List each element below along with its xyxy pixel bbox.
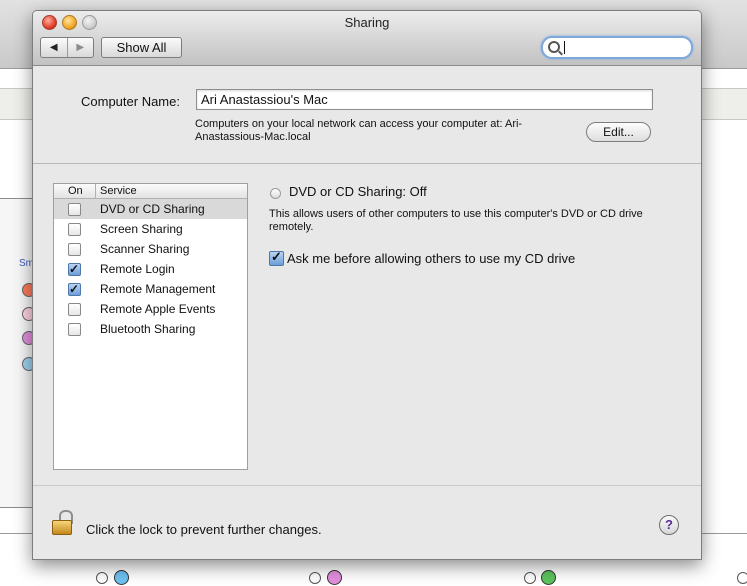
service-label: DVD or CD Sharing [100, 202, 205, 216]
show-all-button[interactable]: Show All [101, 37, 182, 58]
text-cursor [564, 41, 565, 54]
service-row[interactable]: Scanner Sharing [54, 239, 247, 259]
grin-emoticon-icon [541, 570, 556, 585]
search-field[interactable] [541, 36, 693, 59]
service-label: Remote Management [100, 282, 216, 296]
service-label: Remote Login [100, 262, 175, 276]
emoticon-radio[interactable] [96, 572, 108, 584]
ask-permission-checkbox[interactable] [269, 249, 284, 266]
lock-message: Click the lock to prevent further change… [86, 522, 322, 537]
forward-arrow-icon[interactable]: ▶ [66, 38, 94, 57]
search-icon [548, 41, 560, 53]
computer-name-field[interactable]: Ari Anastassiou's Mac [196, 89, 653, 110]
service-checkbox[interactable] [68, 323, 81, 336]
navigation-buttons: ◀ ▶ [40, 37, 94, 58]
service-checkbox[interactable] [68, 279, 81, 299]
column-header-on[interactable]: On [54, 184, 96, 198]
smile-emoticon-icon [114, 570, 129, 585]
lock-icon[interactable] [52, 510, 73, 535]
window-footer: Click the lock to prevent further change… [33, 485, 701, 559]
emoticon-radio[interactable] [737, 572, 747, 584]
background-panel [0, 198, 35, 508]
service-label: Scanner Sharing [100, 242, 190, 256]
service-checkbox[interactable] [68, 203, 81, 216]
service-row[interactable]: Remote Login [54, 259, 247, 279]
service-label: Remote Apple Events [100, 302, 216, 316]
lock-body [52, 520, 72, 535]
computer-address-info: Computers on your local network can acce… [195, 118, 523, 143]
computer-name-section: Computer Name: Ari Anastassiou's Mac Com… [33, 66, 701, 164]
window-title: Sharing [344, 15, 390, 30]
back-arrow-icon[interactable]: ◀ [41, 38, 67, 57]
service-list-header: On Service [54, 184, 247, 199]
service-row[interactable]: Remote Apple Events [54, 299, 247, 319]
service-checkbox[interactable] [68, 243, 81, 256]
window-titlebar: Sharing ◀ ▶ Show All [33, 11, 701, 66]
service-description: This allows users of other computers to … [269, 208, 643, 233]
service-status: DVD or CD Sharing: Off [289, 184, 427, 199]
ask-permission-label[interactable]: Ask me before allowing others to use my … [287, 251, 575, 266]
service-checkbox[interactable] [68, 259, 81, 279]
sharing-window: Sharing ◀ ▶ Show All Computer Name: Ari … [32, 10, 702, 560]
service-row[interactable]: Bluetooth Sharing [54, 319, 247, 339]
service-row[interactable]: Remote Management [54, 279, 247, 299]
service-checkbox[interactable] [68, 223, 81, 236]
computer-name-label: Computer Name: [81, 94, 180, 109]
service-row[interactable]: DVD or CD Sharing [54, 199, 247, 219]
emoticon-radio[interactable] [524, 572, 536, 584]
search-input[interactable] [563, 39, 687, 57]
help-button[interactable]: ? [659, 515, 679, 535]
emoticon-radio[interactable] [309, 572, 321, 584]
column-header-service[interactable]: Service [96, 184, 137, 198]
service-list: On Service DVD or CD Sharing Screen Shar… [53, 183, 248, 470]
service-checkbox[interactable] [68, 303, 81, 316]
status-indicator-icon [270, 188, 281, 199]
happy-emoticon-icon [327, 570, 342, 585]
edit-button[interactable]: Edit... [586, 122, 651, 142]
service-label: Screen Sharing [100, 222, 183, 236]
service-label: Bluetooth Sharing [100, 322, 196, 336]
service-row[interactable]: Screen Sharing [54, 219, 247, 239]
